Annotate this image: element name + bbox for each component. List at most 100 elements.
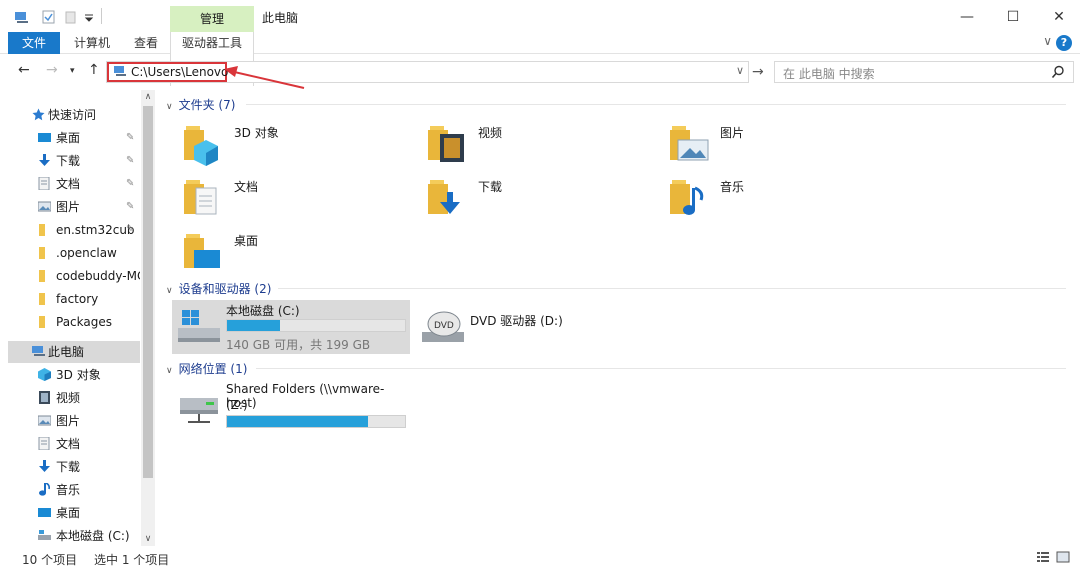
help-icon[interactable]: ? [1056, 35, 1072, 51]
nav-item-pictures[interactable]: 图片 ✎ [0, 196, 140, 218]
tab-manage[interactable]: 管理 [170, 6, 254, 32]
properties-icon[interactable] [42, 9, 56, 25]
nav-item-folder[interactable]: Packages [0, 311, 140, 333]
chevron-down-icon[interactable]: ∨ [736, 64, 744, 77]
nav-item-documents[interactable]: 文档 [0, 433, 140, 455]
folder-item[interactable]: 文档 [182, 176, 422, 226]
desktop-icon [38, 133, 51, 142]
chevron-down-icon[interactable]: ∨ [166, 366, 173, 376]
nav-item-3d-objects[interactable]: 3D 对象 [0, 364, 140, 386]
drive-item-c[interactable]: 本地磁盘 (C:) 140 GB 可用，共 199 GB [172, 300, 410, 354]
computer-icon[interactable] [14, 9, 30, 25]
address-bar[interactable]: C:\Users\Lenovo ∨ [106, 61, 749, 83]
nav-item-local-disk[interactable]: 本地磁盘 (C:) [0, 525, 140, 546]
pin-icon: ✎ [126, 178, 135, 189]
dvd-drive-icon: DVD [422, 311, 464, 342]
3d-objects-icon [38, 368, 51, 381]
nav-item-downloads[interactable]: 下载 ✎ [0, 150, 140, 172]
nav-item-folder[interactable]: en.stm32cub ✎ [0, 219, 140, 241]
folder-item[interactable]: 视频 [426, 122, 666, 172]
chevron-down-icon[interactable]: ∨ [1043, 34, 1052, 48]
nav-item-pictures[interactable]: 图片 [0, 410, 140, 432]
folder-item[interactable]: 下载 [426, 176, 666, 226]
drive-usage-fill [227, 320, 280, 331]
group-header-folders[interactable]: ∨ 文件夹 (7) [166, 96, 1066, 114]
network-drive-icon [180, 398, 218, 423]
tab-computer[interactable]: 计算机 [64, 32, 120, 54]
nav-item-folder[interactable]: .openclaw [0, 242, 140, 264]
navigation-pane: 快速访问 桌面 ✎ 下载 ✎ 文档 ✎ 图片 ✎ en.stm32cub ✎ .… [0, 90, 158, 546]
close-button[interactable]: ✕ [1036, 4, 1080, 30]
maximize-button[interactable]: ☐ [990, 4, 1036, 30]
folder-icon [39, 293, 45, 305]
scroll-up-icon[interactable]: ∧ [141, 90, 155, 104]
up-arrow-icon[interactable]: ↑ [88, 62, 100, 78]
nav-item-music[interactable]: 音乐 [0, 479, 140, 501]
large-icons-view-icon[interactable] [1056, 550, 1070, 564]
folder-icon [39, 270, 45, 282]
document-icon [184, 180, 217, 215]
details-view-icon[interactable] [1036, 550, 1050, 564]
scroll-down-icon[interactable]: ∨ [141, 532, 155, 546]
search-input[interactable]: 在 此电脑 中搜索 [774, 61, 1074, 83]
nav-item-this-pc[interactable]: 此电脑 [8, 341, 140, 363]
nav-item-quick-access[interactable]: 快速访问 [0, 104, 140, 126]
folder-item[interactable]: 桌面 [182, 230, 422, 280]
back-arrow-icon[interactable]: ← [18, 62, 30, 78]
scrollbar-thumb[interactable] [143, 106, 153, 478]
picture-icon [38, 415, 51, 426]
star-icon [32, 108, 45, 121]
go-arrow-icon[interactable]: → [752, 64, 764, 80]
drive-item-d[interactable]: DVD DVD 驱动器 (D:) [416, 300, 654, 354]
chevron-down-icon[interactable]: ∨ [166, 286, 173, 296]
group-header-devices[interactable]: ∨ 设备和驱动器 (2) [166, 280, 1066, 298]
computer-icon [114, 66, 126, 76]
nav-scrollbar[interactable]: ∧ ∨ [141, 90, 155, 546]
music-icon [670, 180, 704, 215]
search-placeholder: 在 此电脑 中搜索 [783, 67, 875, 81]
picture-icon [38, 201, 51, 212]
new-folder-icon[interactable] [64, 9, 78, 25]
nav-item-desktop[interactable]: 桌面 ✎ [0, 127, 140, 149]
group-header-network[interactable]: ∨ 网络位置 (1) [166, 360, 1066, 378]
nav-item-documents[interactable]: 文档 ✎ [0, 173, 140, 195]
forward-arrow-icon[interactable]: → [46, 62, 58, 78]
nav-item-folder[interactable]: factory [0, 288, 140, 310]
title-bar: 管理 此电脑 — ☐ ✕ [0, 0, 1080, 32]
document-icon [38, 177, 50, 190]
folder-icon [39, 247, 45, 259]
folder-item[interactable]: 3D 对象 [182, 122, 422, 172]
drive-usage-fill [227, 416, 368, 427]
nav-item-folder[interactable]: codebuddy-MC [0, 265, 140, 287]
separator [101, 8, 102, 24]
folder-item[interactable]: 图片 [668, 122, 908, 172]
pin-icon: ✎ [126, 132, 135, 143]
pin-icon: ✎ [126, 155, 135, 166]
nav-item-desktop[interactable]: 桌面 [0, 502, 140, 524]
pin-icon: ✎ [126, 224, 135, 235]
folder-item[interactable]: 音乐 [668, 176, 908, 226]
network-drive-item[interactable]: Shared Folders (\\vmware-host) (Z:) [172, 380, 410, 436]
search-icon[interactable] [1051, 65, 1065, 79]
desktop-icon [38, 508, 51, 517]
picture-icon [670, 126, 709, 161]
windows-drive-icon [178, 310, 220, 342]
nav-item-downloads[interactable]: 下载 [0, 456, 140, 478]
folder-icon [39, 224, 45, 236]
drive-usage-bar [226, 319, 406, 332]
download-icon [39, 460, 50, 472]
chevron-down-icon[interactable]: ∨ [166, 102, 173, 112]
computer-icon [32, 346, 45, 356]
address-path[interactable]: C:\Users\Lenovo [131, 65, 228, 79]
tab-file[interactable]: 文件 [8, 32, 60, 54]
minimize-button[interactable]: — [944, 4, 990, 30]
music-icon [39, 483, 50, 496]
divider [278, 288, 1066, 289]
content-pane: ∨ 文件夹 (7) 3D 对象 视频 图片 文档 下载 音乐 桌面 ∨ 设备和驱… [162, 90, 1080, 546]
nav-item-videos[interactable]: 视频 [0, 387, 140, 409]
recent-locations-icon[interactable]: ▾ [70, 66, 75, 76]
tab-view[interactable]: 查看 [124, 32, 168, 54]
folder-icon [39, 316, 45, 328]
divider [256, 368, 1066, 369]
customize-quick-access-icon[interactable] [84, 9, 94, 25]
